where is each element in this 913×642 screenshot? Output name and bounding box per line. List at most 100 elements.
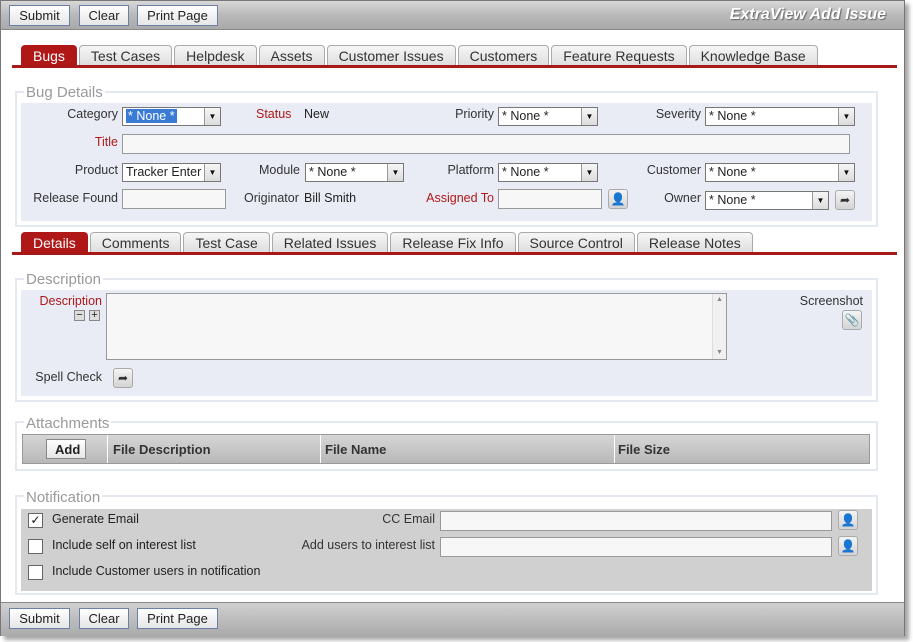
product-label: Product bbox=[74, 163, 118, 177]
chevron-down-icon: ▼ bbox=[581, 108, 597, 125]
tab-bugs[interactable]: Bugs bbox=[21, 45, 77, 67]
file-name-header: File Name bbox=[325, 442, 387, 457]
description-textarea[interactable]: ▲ ▼ bbox=[106, 293, 727, 360]
module-label: Module bbox=[259, 163, 300, 177]
chevron-down-icon: ▼ bbox=[581, 164, 597, 181]
customer-label: Customer bbox=[646, 163, 701, 177]
print-page-button-top[interactable]: Print Page bbox=[137, 5, 218, 26]
assigned-to-label: Assigned To bbox=[426, 191, 494, 205]
owner-label: Owner bbox=[664, 191, 701, 205]
tab-customer-issues[interactable]: Customer Issues bbox=[326, 45, 456, 67]
title-label: Title bbox=[94, 135, 118, 149]
bottom-toolbar: Submit Clear Print Page bbox=[1, 602, 904, 636]
tab-release-notes[interactable]: Release Notes bbox=[636, 232, 753, 254]
platform-select[interactable]: * None * ▼ bbox=[498, 163, 598, 182]
app-window: Submit Clear Print Page ExtraView Add Is… bbox=[0, 0, 905, 636]
description-label: Description bbox=[39, 294, 102, 308]
category-label: Category bbox=[67, 107, 118, 121]
submit-button-bottom[interactable]: Submit bbox=[9, 608, 70, 629]
file-description-header: File Description bbox=[113, 442, 211, 457]
include-self-checkbox[interactable] bbox=[28, 539, 43, 554]
tab-details[interactable]: Details bbox=[21, 232, 88, 254]
status-label: Status bbox=[256, 107, 292, 121]
tab-related-issues[interactable]: Related Issues bbox=[271, 232, 389, 254]
paperclip-icon[interactable]: 📎 bbox=[842, 310, 862, 330]
detail-tab-underline bbox=[12, 252, 897, 255]
add-attachment-button[interactable]: Add bbox=[46, 439, 86, 459]
customer-value: * None * bbox=[709, 165, 756, 179]
module-value: * None * bbox=[309, 165, 356, 179]
description-legend: Description bbox=[24, 271, 104, 288]
include-customer-checkbox[interactable] bbox=[28, 565, 43, 580]
module-select[interactable]: * None * ▼ bbox=[305, 163, 404, 182]
severity-label: Severity bbox=[655, 107, 701, 121]
add-users-input[interactable] bbox=[440, 537, 832, 557]
clear-button-top[interactable]: Clear bbox=[79, 5, 129, 26]
include-self-label: Include self on interest list bbox=[52, 538, 196, 552]
release-found-label: Release Found bbox=[33, 191, 118, 205]
description-scrollbar[interactable]: ▲ ▼ bbox=[712, 294, 726, 359]
tab-test-cases[interactable]: Test Cases bbox=[78, 45, 173, 67]
chevron-down-icon: ▼ bbox=[838, 164, 854, 181]
attachments-legend: Attachments bbox=[24, 415, 112, 432]
originator-label: Originator bbox=[244, 191, 299, 205]
product-value: Tracker Enter bbox=[126, 165, 202, 179]
scroll-down-icon[interactable]: ▼ bbox=[713, 347, 726, 359]
user-icon[interactable]: 👤 bbox=[838, 536, 858, 556]
chevron-down-icon: ▼ bbox=[204, 108, 220, 125]
cc-email-label: CC Email bbox=[382, 512, 435, 526]
cc-email-input[interactable] bbox=[440, 511, 832, 531]
release-found-input[interactable] bbox=[122, 189, 226, 209]
column-divider bbox=[614, 435, 615, 463]
tab-feature-requests[interactable]: Feature Requests bbox=[551, 45, 687, 67]
column-divider bbox=[320, 435, 321, 463]
chevron-down-icon: ▼ bbox=[838, 108, 854, 125]
owner-value: * None * bbox=[709, 193, 756, 207]
user-icon[interactable]: 👤 bbox=[838, 510, 858, 530]
attachments-header: Add File Description File Name File Size bbox=[22, 434, 870, 464]
customer-select[interactable]: * None * ▼ bbox=[705, 163, 855, 182]
tab-test-case[interactable]: Test Case bbox=[183, 232, 270, 254]
tab-comments[interactable]: Comments bbox=[89, 232, 182, 254]
tab-release-fix-info[interactable]: Release Fix Info bbox=[390, 232, 516, 254]
tab-knowledge-base[interactable]: Knowledge Base bbox=[688, 45, 818, 67]
platform-value: * None * bbox=[502, 165, 549, 179]
tab-assets[interactable]: Assets bbox=[258, 45, 325, 67]
forward-arrow-icon[interactable]: ➦ bbox=[113, 368, 133, 388]
chevron-down-icon: ▼ bbox=[204, 164, 220, 181]
main-tab-strip: Bugs Test Cases Helpdesk Assets Customer… bbox=[21, 45, 820, 67]
originator-value: Bill Smith bbox=[304, 191, 357, 205]
tab-helpdesk[interactable]: Helpdesk bbox=[174, 45, 257, 67]
product-select[interactable]: Tracker Enter ▼ bbox=[122, 163, 221, 182]
severity-value: * None * bbox=[709, 109, 756, 123]
screenshot-label: Screenshot bbox=[799, 294, 863, 308]
spell-check-label: Spell Check bbox=[35, 370, 102, 384]
title-input[interactable] bbox=[122, 134, 850, 154]
category-value: * None * bbox=[126, 109, 177, 123]
minus-icon[interactable]: − bbox=[74, 310, 85, 321]
submit-button-top[interactable]: Submit bbox=[9, 5, 70, 26]
priority-label: Priority bbox=[455, 107, 494, 121]
file-size-header: File Size bbox=[618, 442, 671, 457]
clear-button-bottom[interactable]: Clear bbox=[79, 608, 129, 629]
forward-arrow-icon[interactable]: ➦ bbox=[835, 190, 855, 210]
check-icon: ✓ bbox=[30, 513, 41, 527]
category-select[interactable]: * None * ▼ bbox=[122, 107, 221, 126]
plus-icon[interactable]: + bbox=[89, 310, 100, 321]
main-tab-underline bbox=[12, 65, 897, 68]
tab-customers[interactable]: Customers bbox=[457, 45, 550, 67]
severity-select[interactable]: * None * ▼ bbox=[705, 107, 855, 126]
scroll-up-icon[interactable]: ▲ bbox=[713, 294, 726, 306]
generate-email-checkbox[interactable]: ✓ bbox=[28, 513, 43, 528]
print-page-button-bottom[interactable]: Print Page bbox=[137, 608, 218, 629]
owner-select[interactable]: * None * ▼ bbox=[705, 191, 829, 210]
priority-select[interactable]: * None * ▼ bbox=[498, 107, 598, 126]
app-title: ExtraView Add Issue bbox=[729, 6, 886, 23]
tab-source-control[interactable]: Source Control bbox=[517, 232, 635, 254]
priority-value: * None * bbox=[502, 109, 549, 123]
assigned-to-input[interactable] bbox=[498, 189, 602, 209]
chevron-down-icon: ▼ bbox=[387, 164, 403, 181]
top-toolbar: Submit Clear Print Page ExtraView Add Is… bbox=[1, 1, 904, 30]
generate-email-label: Generate Email bbox=[52, 512, 139, 526]
platform-label: Platform bbox=[447, 163, 494, 177]
